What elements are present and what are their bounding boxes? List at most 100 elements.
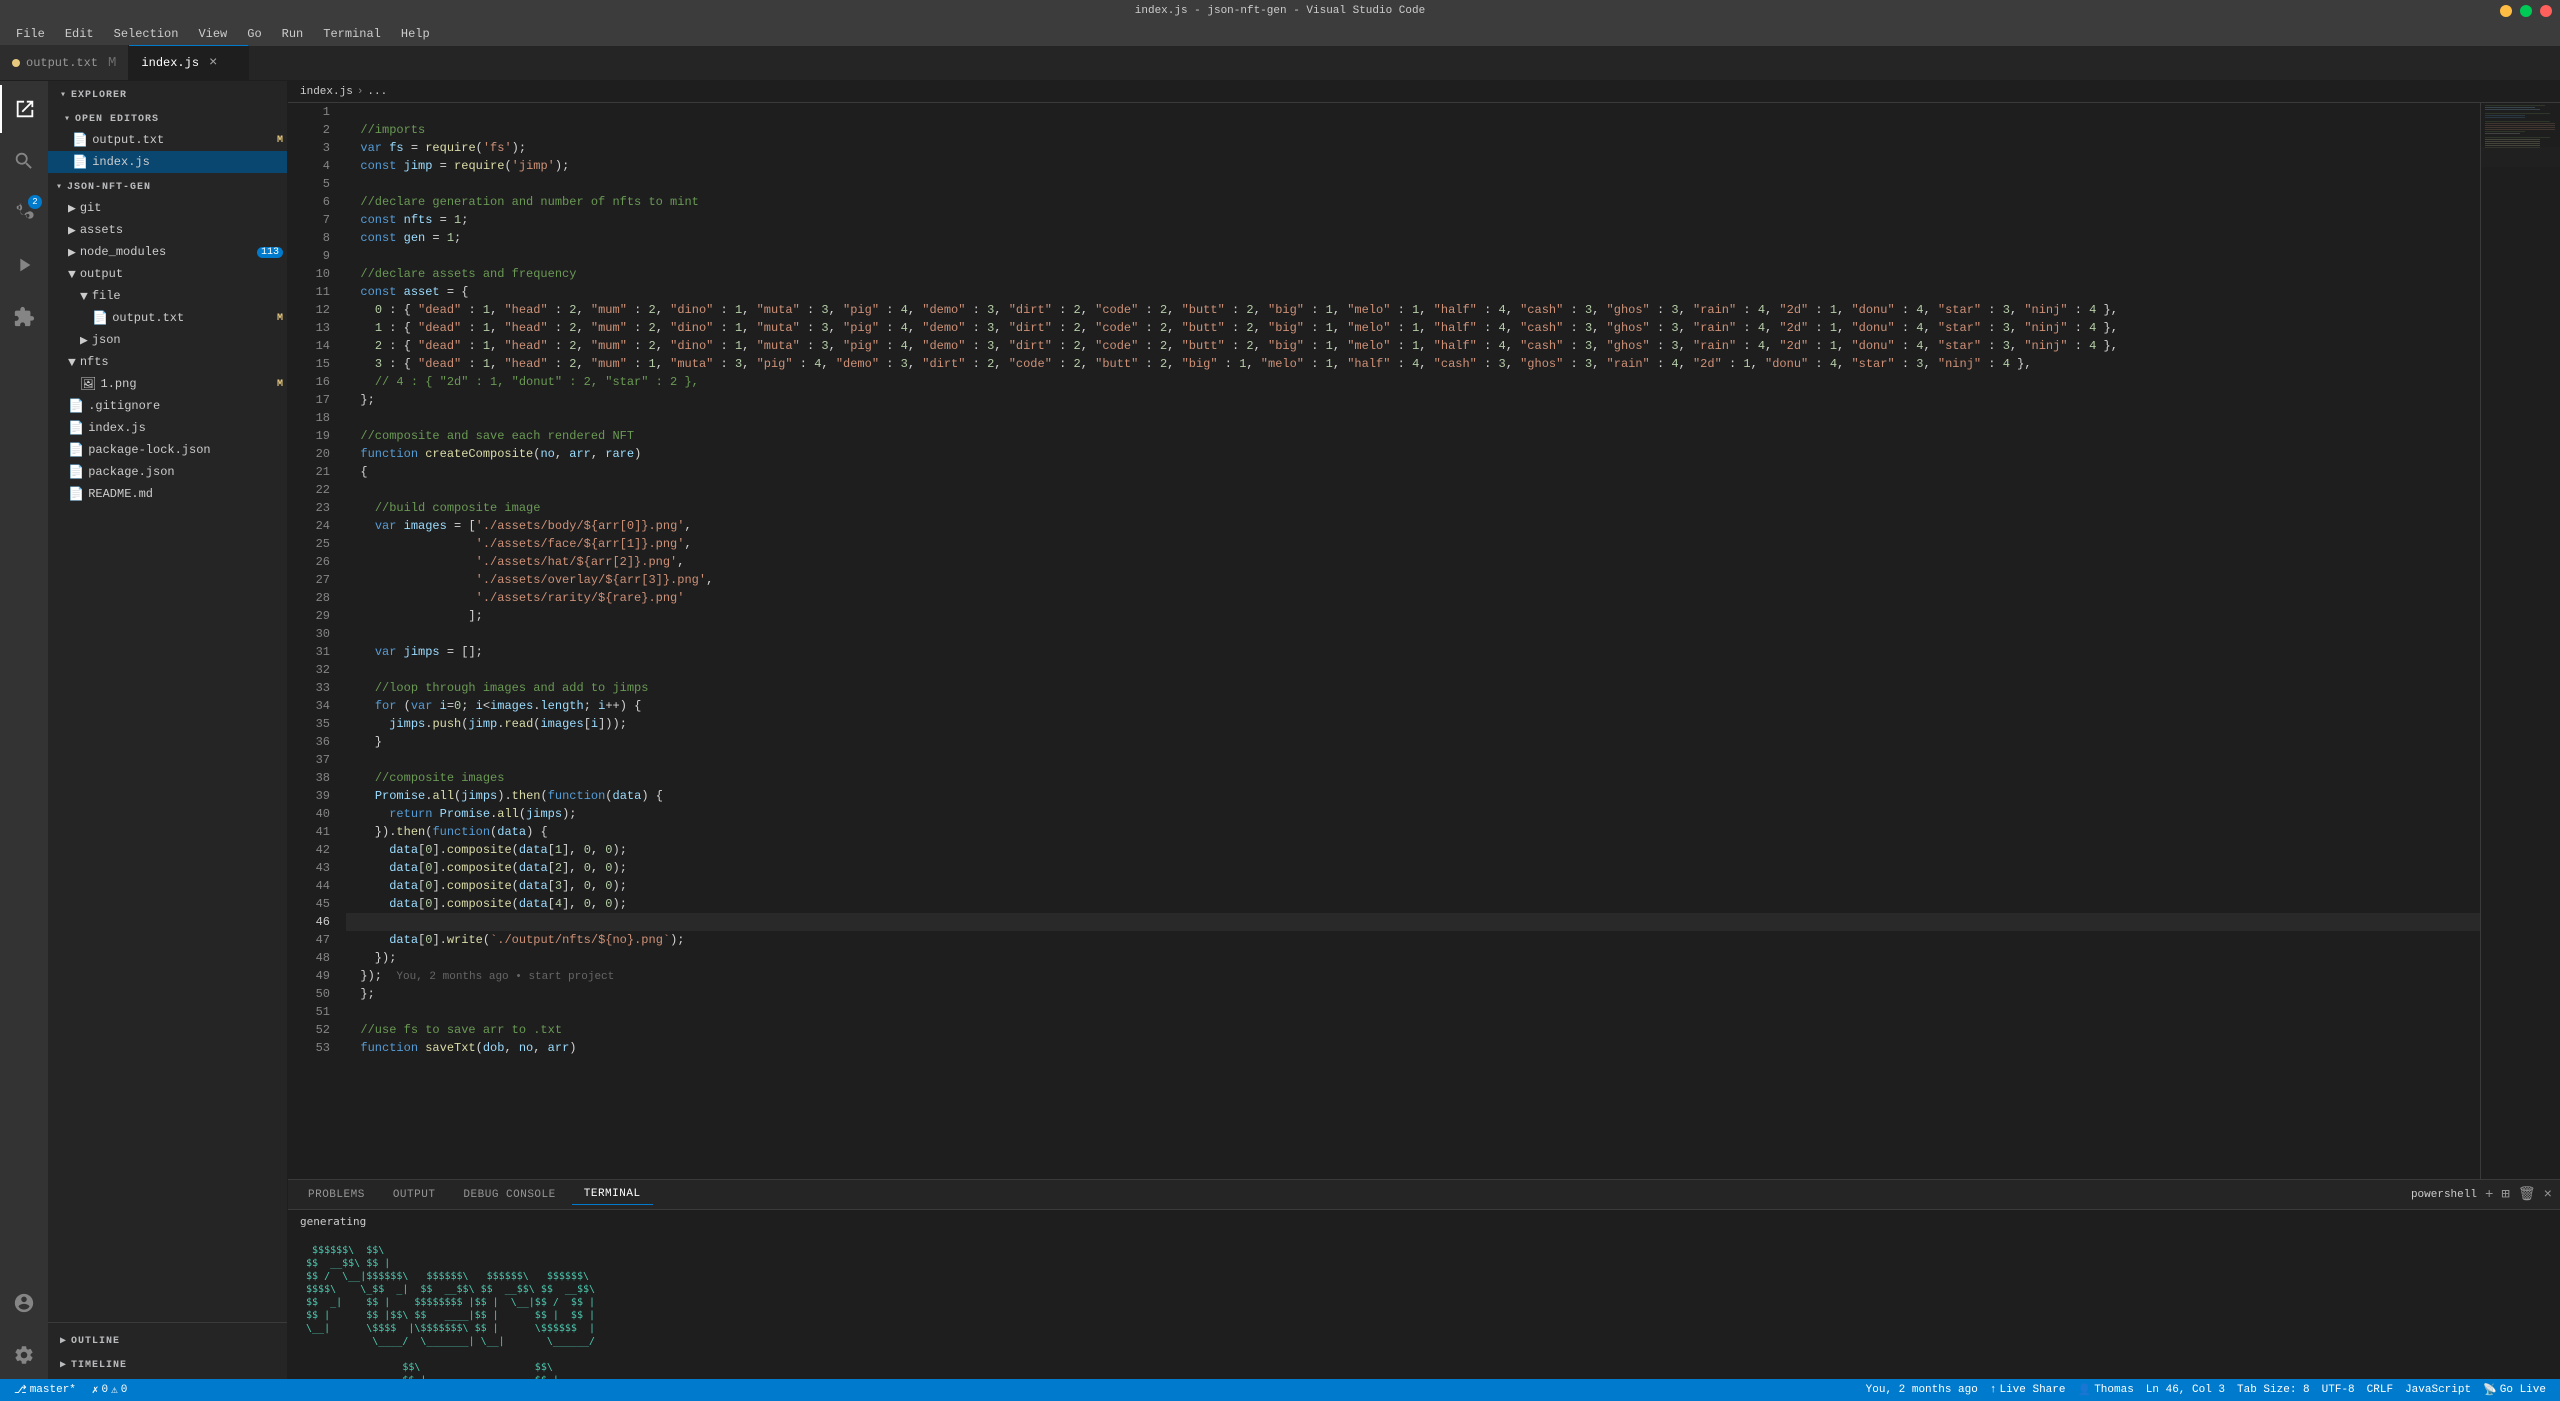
menu-help[interactable]: Help <box>393 25 438 43</box>
node-modules-badge: 113 <box>257 247 283 258</box>
line-ending-status[interactable]: CRLF <box>2361 1384 2399 1396</box>
open-editor-output-txt[interactable]: 📄 output.txt M <box>48 129 287 151</box>
you-status[interactable]: You, 2 months ago <box>1860 1384 1984 1396</box>
menu-go[interactable]: Go <box>239 25 269 43</box>
minimap <box>2480 103 2560 1179</box>
activity-source-control[interactable]: 2 <box>0 189 48 237</box>
tree-item-git[interactable]: ▶ git <box>48 197 287 219</box>
tree-item-nfts[interactable]: ▼ nfts <box>48 351 287 373</box>
code-line-4: const jimp = require('jimp'); <box>346 157 2480 175</box>
code-line-21: { <box>346 463 2480 481</box>
tree-item-index-js[interactable]: 📄 index.js <box>48 417 287 439</box>
timeline-header[interactable]: ▶ TIMELINE <box>48 1351 287 1375</box>
timeline-chevron-icon: ▶ <box>60 1359 67 1371</box>
open-editors-header[interactable]: ▾ OPEN EDITORS <box>48 105 287 129</box>
folder-icon: ▶ <box>68 223 76 238</box>
branch-icon: ⎇ <box>14 1383 27 1397</box>
sidebar: ▾ EXPLORER ▾ OPEN EDITORS 📄 output.txt M… <box>48 81 288 1379</box>
cursor-position-status[interactable]: Ln 46, Col 3 <box>2140 1384 2231 1396</box>
tree-item-package-json[interactable]: 📄 package.json <box>48 461 287 483</box>
activity-run[interactable] <box>0 241 48 289</box>
editor-content: 1 2 3 4 5 6 7 8 9 10 11 12 13 14 15 16 1… <box>288 103 2560 1179</box>
split-terminal-icon[interactable]: ⊞ <box>2501 1186 2509 1203</box>
file-icon: 📄 <box>72 133 88 148</box>
tree-item-gitignore[interactable]: 📄 .gitignore <box>48 395 287 417</box>
window-controls[interactable] <box>2500 5 2552 17</box>
modified-indicator <box>12 59 20 67</box>
tree-item-assets[interactable]: ▶ assets <box>48 219 287 241</box>
code-line-5 <box>346 175 2480 193</box>
activity-accounts[interactable] <box>0 1279 48 1327</box>
tab-output-txt[interactable]: output.txt M <box>0 45 129 80</box>
panel-tab-debug[interactable]: DEBUG CONSOLE <box>451 1185 567 1205</box>
user-status[interactable]: 👤 Thomas <box>2071 1383 2139 1397</box>
git-branch-status[interactable]: ⎇ master* <box>8 1379 82 1401</box>
open-editor-index-js[interactable]: 📄 index.js <box>48 151 287 173</box>
code-line-34: for (var i=0; i<images.length; i++) { <box>346 697 2480 715</box>
folder-icon: ▶ <box>68 201 76 216</box>
language-status[interactable]: JavaScript <box>2399 1384 2477 1396</box>
file-icon: 📄 <box>68 465 84 480</box>
code-line-32 <box>346 661 2480 679</box>
maximize-button[interactable] <box>2520 5 2532 17</box>
code-line-16: // 4 : { "2d" : 1, "donut" : 2, "star" :… <box>346 373 2480 391</box>
tab-close-icon[interactable]: M <box>108 55 116 71</box>
live-share-status[interactable]: ↑ Live Share <box>1984 1384 2072 1396</box>
tab-label: output.txt <box>26 56 98 70</box>
tree-item-readme[interactable]: 📄 README.md <box>48 483 287 505</box>
tree-item-file[interactable]: ▼ file <box>48 285 287 307</box>
project-header[interactable]: ▾ JSON-NFT-GEN <box>48 173 287 197</box>
activity-extensions[interactable] <box>0 293 48 341</box>
terminal-content[interactable]: generating $$$$$$\ $$\ $$ __$$\ $$ | $$ … <box>288 1210 2560 1379</box>
go-live-status[interactable]: 📡 Go Live <box>2477 1383 2552 1397</box>
tree-item-output[interactable]: ▼ output <box>48 263 287 285</box>
trash-icon[interactable]: 🗑 <box>2518 1186 2536 1203</box>
code-line-24: var images = ['./assets/body/${arr[0]}.p… <box>346 517 2480 535</box>
code-line-53: function saveTxt(dob, no, arr) <box>346 1039 2480 1057</box>
tree-item-package-lock[interactable]: 📄 package-lock.json <box>48 439 287 461</box>
encoding: UTF-8 <box>2322 1384 2355 1396</box>
panel-tab-problems[interactable]: PROBLEMS <box>296 1185 377 1205</box>
tree-item-node-modules[interactable]: ▶ node_modules 113 <box>48 241 287 263</box>
activity-settings[interactable] <box>0 1331 48 1379</box>
code-line-49: }); You, 2 months ago • start project <box>346 967 2480 985</box>
panel-tab-terminal[interactable]: TERMINAL <box>572 1184 653 1205</box>
tab-size-status[interactable]: Tab Size: 8 <box>2231 1384 2316 1396</box>
file-icon: 📄 <box>68 399 84 414</box>
minimize-button[interactable] <box>2500 5 2512 17</box>
menu-terminal[interactable]: Terminal <box>315 25 389 43</box>
menu-view[interactable]: View <box>190 25 235 43</box>
code-line-26: './assets/hat/${arr[2]}.png', <box>346 553 2480 571</box>
close-button[interactable] <box>2540 5 2552 17</box>
tab-index-js[interactable]: index.js × <box>129 45 249 80</box>
explorer-header[interactable]: ▾ EXPLORER <box>48 81 287 105</box>
tab-close-icon[interactable]: × <box>209 55 217 71</box>
outline-header[interactable]: ▶ OUTLINE <box>48 1327 287 1351</box>
errors-status[interactable]: ✗ 0 ⚠ 0 <box>86 1379 133 1401</box>
add-terminal-icon[interactable]: + <box>2485 1187 2493 1203</box>
menu-selection[interactable]: Selection <box>106 25 187 43</box>
tree-item-1png[interactable]: 🖼 1.png M <box>48 373 287 395</box>
code-line-36: } <box>346 733 2480 751</box>
encoding-status[interactable]: UTF-8 <box>2316 1384 2361 1396</box>
activity-search[interactable] <box>0 137 48 185</box>
image-icon: 🖼 <box>80 377 97 392</box>
menu-run[interactable]: Run <box>274 25 312 43</box>
folder-label: nfts <box>80 355 287 369</box>
antenna-icon: 📡 <box>2483 1383 2497 1397</box>
activity-explorer[interactable] <box>0 85 48 133</box>
code-line-40: return Promise.all(jimps); <box>346 805 2480 823</box>
line-ending: CRLF <box>2367 1384 2393 1396</box>
code-line-15: 3 : { "dead" : 1, "head" : 2, "mum" : 1,… <box>346 355 2480 373</box>
panel-tab-output[interactable]: OUTPUT <box>381 1185 448 1205</box>
code-editor[interactable]: //imports var fs = require('fs'); const … <box>338 103 2480 1179</box>
close-panel-icon[interactable]: × <box>2544 1187 2552 1203</box>
project-label: JSON-NFT-GEN <box>67 182 151 193</box>
tree-item-output-txt[interactable]: 📄 output.txt M <box>48 307 287 329</box>
menu-edit[interactable]: Edit <box>57 25 102 43</box>
file-label: package.json <box>88 465 287 479</box>
tree-item-json[interactable]: ▶ json <box>48 329 287 351</box>
source-control-badge: 2 <box>28 195 42 209</box>
menu-file[interactable]: File <box>8 25 53 43</box>
file-tree: 📄 output.txt M 📄 index.js ▾ JSON-NFT-GEN… <box>48 129 287 1322</box>
